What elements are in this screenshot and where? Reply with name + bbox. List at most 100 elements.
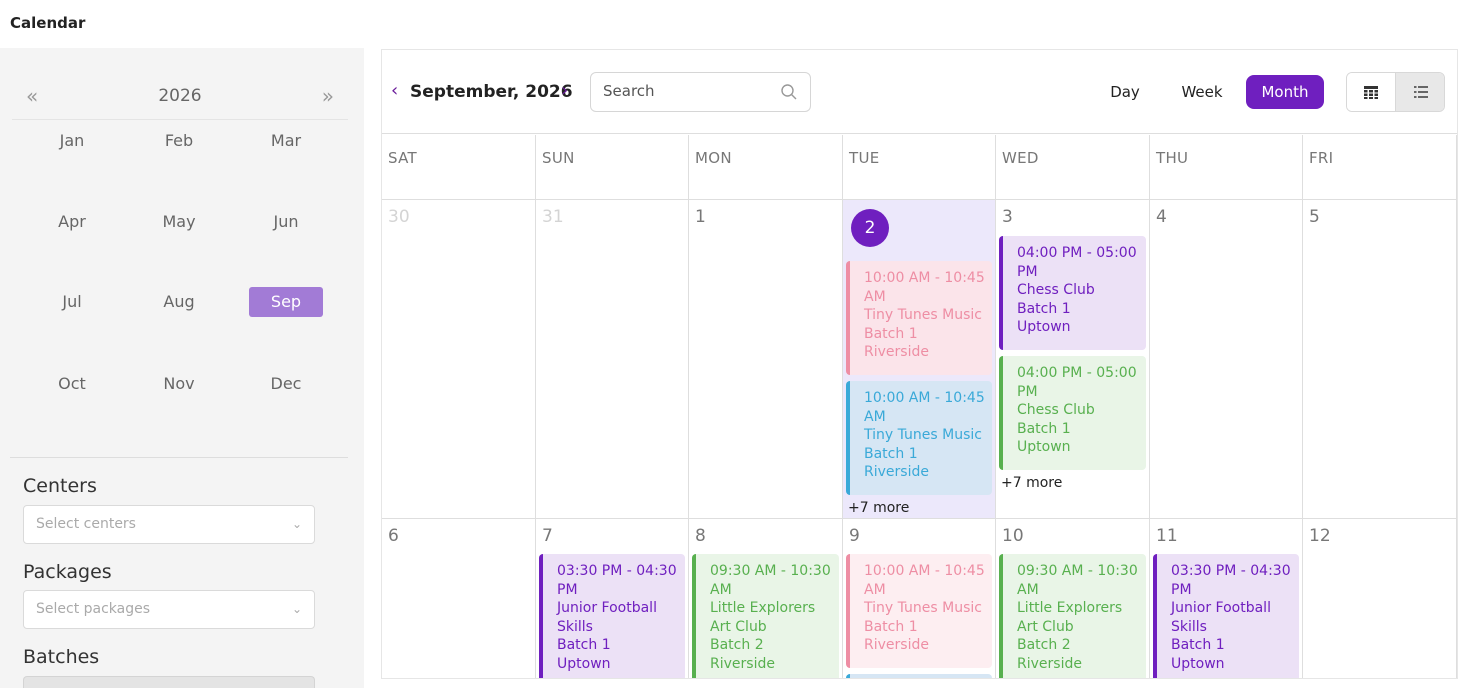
- day-number: 10: [1002, 526, 1024, 546]
- month-jul[interactable]: Jul: [35, 287, 109, 317]
- event-time: AM: [710, 581, 732, 598]
- more-events-link[interactable]: +7 more: [848, 500, 909, 516]
- search-icon[interactable]: [780, 83, 798, 101]
- event-title: Chess Club: [1017, 402, 1095, 418]
- packages-select[interactable]: Select packages ⌄: [23, 590, 315, 629]
- grid-view-toggle[interactable]: [1347, 73, 1396, 111]
- day-cell[interactable]: 6: [382, 519, 536, 678]
- event-card[interactable]: 09:30 AM - 10:30 AM Little Explorers Art…: [999, 554, 1146, 678]
- prev-month-button[interactable]: ‹: [391, 80, 398, 101]
- day-number: 5: [1309, 207, 1320, 227]
- day-cell[interactable]: 3 04:00 PM - 05:00 PM Chess Club Batch 1…: [996, 200, 1150, 519]
- event-batch: Batch 1: [1017, 300, 1071, 317]
- next-month-button[interactable]: ›: [561, 80, 568, 101]
- event-card[interactable]: 04:00 PM - 05:00 PM Chess Club Batch 1 U…: [999, 356, 1146, 470]
- event-card[interactable]: 10:00 AM - 10:45 AM Tiny Tunes Music Bat…: [846, 554, 992, 668]
- day-cell[interactable]: 8 09:30 AM - 10:30 AM Little Explorers A…: [689, 519, 843, 678]
- month-aug[interactable]: Aug: [142, 287, 216, 317]
- event-time: 10:00 AM - 10:45: [864, 390, 985, 406]
- day-cell[interactable]: 11 03:30 PM - 04:30 PM Junior Football S…: [1150, 519, 1303, 678]
- month-jan[interactable]: Jan: [35, 126, 109, 156]
- event-time: 09:30 AM - 10:30: [1017, 563, 1138, 579]
- page-title: Calendar: [10, 14, 86, 32]
- batches-select[interactable]: [23, 676, 315, 688]
- day-number: 1: [695, 207, 706, 227]
- event-title: Little Explorers: [1017, 600, 1123, 616]
- day-view-button[interactable]: Day: [1096, 75, 1154, 109]
- event-center: Uptown: [1017, 439, 1071, 455]
- calendar-grid-icon: [1364, 85, 1378, 99]
- calendar-panel: ‹ September, 2026 › Day Week Month: [381, 49, 1458, 679]
- year-label: 2026: [158, 86, 202, 106]
- event-center: Uptown: [557, 655, 611, 672]
- month-apr[interactable]: Apr: [35, 207, 109, 237]
- search-input[interactable]: [603, 73, 783, 109]
- batches-label: Batches: [23, 646, 100, 668]
- list-view-toggle[interactable]: [1396, 73, 1444, 111]
- event-center: Riverside: [864, 637, 929, 653]
- event-title: Tiny Tunes Music: [864, 427, 982, 443]
- event-card[interactable]: 10:00 AM - 10:45 AM Tiny Tunes Music Bat…: [846, 261, 992, 375]
- event-card[interactable]: [846, 674, 992, 678]
- day-cell[interactable]: 7 03:30 PM - 04:30 PM Junior Football Sk…: [536, 519, 689, 678]
- event-batch: Batch 1: [557, 637, 611, 653]
- month-view-button[interactable]: Month: [1246, 75, 1324, 109]
- event-card[interactable]: 03:30 PM - 04:30 PM Junior Football Skil…: [1153, 554, 1299, 678]
- day-number: 12: [1309, 526, 1331, 546]
- event-card[interactable]: 10:00 AM - 10:45 AM Tiny Tunes Music Bat…: [846, 381, 992, 495]
- event-time: 10:00 AM - 10:45: [864, 270, 985, 286]
- event-time: PM: [1171, 581, 1192, 598]
- event-batch: Batch 1: [864, 325, 918, 342]
- centers-select[interactable]: Select centers ⌄: [23, 505, 315, 544]
- event-card[interactable]: 09:30 AM - 10:30 AM Little Explorers Art…: [692, 554, 839, 678]
- list-icon: [1413, 86, 1428, 98]
- event-card[interactable]: 04:00 PM - 05:00 PM Chess Club Batch 1 U…: [999, 236, 1146, 350]
- event-time: 04:00 PM - 05:00: [1017, 245, 1137, 261]
- today-badge: 2: [851, 209, 889, 247]
- event-batch: Batch 1: [1017, 420, 1071, 437]
- day-cell[interactable]: 10 09:30 AM - 10:30 AM Little Explorers …: [996, 519, 1150, 678]
- month-dec[interactable]: Dec: [249, 369, 323, 399]
- month-nov[interactable]: Nov: [142, 369, 216, 399]
- more-events-link[interactable]: +7 more: [1001, 475, 1062, 491]
- event-time: PM: [557, 581, 578, 598]
- event-title: Skills: [1171, 618, 1207, 635]
- month-mar[interactable]: Mar: [249, 126, 323, 156]
- sidebar: « 2026 » Jan Feb Mar Apr May Jun Jul Aug…: [0, 48, 364, 688]
- event-batch: Batch 2: [1017, 637, 1071, 653]
- day-cell[interactable]: 12: [1303, 519, 1457, 678]
- week-view-button[interactable]: Week: [1170, 75, 1234, 109]
- weekday-header-tue: TUE: [843, 135, 996, 200]
- event-time: 10:00 AM - 10:45: [864, 563, 985, 579]
- day-cell[interactable]: 1: [689, 200, 843, 519]
- day-cell[interactable]: 9 10:00 AM - 10:45 AM Tiny Tunes Music B…: [843, 519, 996, 678]
- day-cell[interactable]: 4: [1150, 200, 1303, 519]
- event-batch: Batch 1: [864, 618, 918, 635]
- event-center: Riverside: [864, 344, 929, 360]
- event-title: Junior Football: [1171, 600, 1271, 616]
- centers-placeholder: Select centers: [36, 516, 136, 532]
- month-feb[interactable]: Feb: [142, 126, 216, 156]
- month-jun[interactable]: Jun: [249, 207, 323, 237]
- day-number: 31: [542, 207, 564, 227]
- day-cell[interactable]: 5: [1303, 200, 1457, 519]
- month-sep-selected[interactable]: Sep: [249, 287, 323, 317]
- weekday-header-sun: SUN: [536, 135, 689, 200]
- year-navigator: « 2026 »: [12, 78, 348, 120]
- month-may[interactable]: May: [142, 207, 216, 237]
- next-year-button[interactable]: »: [322, 84, 334, 108]
- month-oct[interactable]: Oct: [35, 369, 109, 399]
- day-cell[interactable]: 31: [536, 200, 689, 519]
- day-cell[interactable]: 30: [382, 200, 536, 519]
- day-number: 30: [388, 207, 410, 227]
- chevron-down-icon: ⌄: [291, 602, 302, 616]
- event-time: PM: [1017, 263, 1038, 280]
- day-cell-today[interactable]: 2 10:00 AM - 10:45 AM Tiny Tunes Music B…: [843, 200, 996, 519]
- weekday-header-thu: THU: [1150, 135, 1303, 200]
- day-number: 3: [1002, 207, 1013, 227]
- event-card[interactable]: 03:30 PM - 04:30 PM Junior Football Skil…: [539, 554, 685, 678]
- weekday-header-mon: MON: [689, 135, 843, 200]
- event-time: 04:00 PM - 05:00: [1017, 365, 1137, 381]
- calendar-toolbar: ‹ September, 2026 › Day Week Month: [382, 50, 1457, 134]
- centers-label: Centers: [23, 475, 97, 497]
